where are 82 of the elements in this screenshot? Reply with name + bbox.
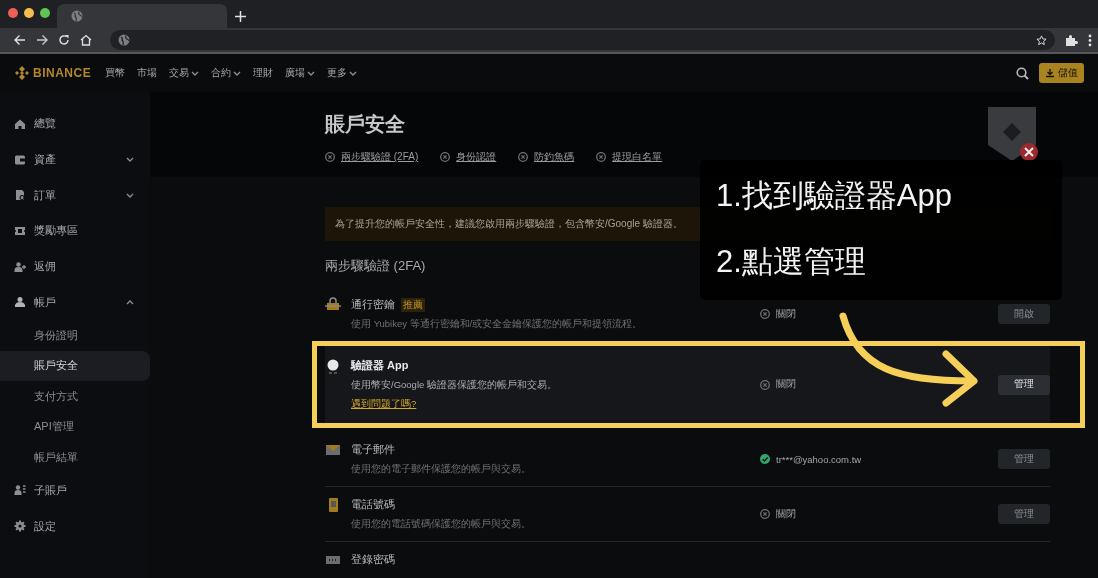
add-user-icon <box>14 260 26 273</box>
home-icon <box>14 117 26 130</box>
manage-button[interactable]: 管理 <box>998 504 1050 524</box>
method-name: 通行密鑰 <box>351 297 395 312</box>
status-text: 關閉 <box>776 307 796 321</box>
method-description: 使用您的電子郵件保護您的帳戶與交易。 <box>351 463 531 476</box>
header-link[interactable]: 兩步驟驗證 (2FA) <box>341 150 419 164</box>
sidebar-item[interactable]: 獎勵專區 <box>0 213 150 249</box>
puzzle-icon[interactable] <box>1065 33 1078 47</box>
settings-icon <box>14 520 26 533</box>
sidebar-subitem[interactable]: 身份證明 <box>0 320 150 351</box>
status-text: tr***@yahoo.com.tw <box>776 453 862 465</box>
manage-button[interactable]: 管理 <box>998 449 1050 469</box>
envelope-icon <box>325 442 341 458</box>
nav-link[interactable]: 廣場 <box>285 66 316 80</box>
method-name: 電話號碼 <box>351 497 395 512</box>
nav-link[interactable]: 合約 <box>211 66 242 80</box>
back-icon[interactable] <box>14 34 26 46</box>
star-icon[interactable] <box>1036 34 1047 46</box>
notice-text: 為了提升您的帳戶安全性，建議您啟用兩步驟驗證，包含幣安/Google 驗證器。 <box>335 217 683 231</box>
method-name: 登錄密碼 <box>351 552 395 567</box>
forward-icon[interactable] <box>36 34 48 46</box>
sidebar-subitem[interactable]: 賬戶安全 <box>0 350 150 382</box>
nav-link[interactable]: 理財 <box>253 66 274 80</box>
users-icon <box>14 484 26 497</box>
sidebar-item[interactable]: 訂單 <box>0 177 150 214</box>
address-field[interactable] <box>110 30 1055 50</box>
sidebar-item[interactable]: 子賬戶 <box>0 472 150 509</box>
help-link[interactable]: 遇到問題了嗎? <box>351 398 417 411</box>
header-link[interactable]: 提現白名單 <box>612 150 663 164</box>
status-text: 關閉 <box>776 378 796 391</box>
nav-link[interactable]: 交易 <box>169 66 200 80</box>
method-description: 使用 Yubikey 等通行密鑰和/或安全金鑰保護您的帳戶和提領流程。 <box>351 318 643 331</box>
home-icon[interactable] <box>80 34 92 46</box>
logo-icon <box>14 65 30 81</box>
status-text: 關閉 <box>776 507 796 521</box>
caret-down-icon <box>307 69 316 77</box>
sidebar-item[interactable]: 總覽 <box>0 106 150 142</box>
nav-link[interactable]: 買幣 <box>105 66 126 80</box>
method-description: 使用您的電話號碼保護您的帳戶與交易。 <box>351 518 531 531</box>
manage-button[interactable]: 管理 <box>998 374 1050 395</box>
caret-down-icon <box>191 69 200 77</box>
globe-icon <box>118 34 130 46</box>
user-icon <box>14 296 26 309</box>
reload-icon[interactable] <box>58 34 70 46</box>
sidebar-item[interactable]: 資產 <box>0 141 150 178</box>
sidebar-subitem[interactable]: API管理 <box>0 411 150 443</box>
new-tab-icon[interactable] <box>235 11 246 22</box>
sidebar-item[interactable]: 帳戶 <box>0 284 150 321</box>
deposit-button[interactable]: 儲值 <box>1039 63 1084 83</box>
caret-down-icon <box>233 69 242 77</box>
lock-icon <box>325 297 341 313</box>
caret-down-icon <box>349 69 358 77</box>
recommended-badge: 推薦 <box>401 297 425 312</box>
method-name: 電子郵件 <box>351 442 395 457</box>
header-link[interactable]: 身份認證 <box>456 150 497 164</box>
enable-button[interactable]: 開啟 <box>998 304 1050 324</box>
callout-step: 2.點選管理 <box>716 240 1062 284</box>
nav-link[interactable]: 更多 <box>327 66 358 80</box>
header-link[interactable]: 防釣魚碼 <box>534 150 575 164</box>
download-icon <box>1045 68 1055 78</box>
method-description: 使用幣安/Google 驗證器保護您的帳戶和交易。 <box>351 379 557 392</box>
globe-icon <box>71 10 83 22</box>
zoom-window-dot[interactable] <box>40 8 50 18</box>
ticket-icon <box>14 224 26 237</box>
callout-step: 1.找到驗證器App <box>716 174 1062 218</box>
wallet-icon <box>14 153 26 166</box>
search-icon[interactable] <box>1016 66 1029 80</box>
sidebar-item[interactable]: 設定 <box>0 508 150 544</box>
logo-text: BINANCE <box>33 66 92 80</box>
authenticator-icon <box>325 358 341 374</box>
nav-link[interactable]: 市場 <box>137 66 158 80</box>
minimize-window-dot[interactable] <box>24 8 34 18</box>
document-icon <box>14 189 26 202</box>
page-title: 賬戶安全 <box>325 112 406 137</box>
sidebar-subitem[interactable]: 帳戶結單 <box>0 442 150 473</box>
close-window-dot[interactable] <box>8 8 18 18</box>
section-title: 兩步驟驗證 (2FA) <box>325 257 426 275</box>
menu-icon[interactable] <box>1088 33 1092 47</box>
method-name: 驗證器 App <box>351 358 409 373</box>
sidebar-item[interactable]: 返佣 <box>0 248 150 285</box>
sidebar-subitem[interactable]: 支付方式 <box>0 381 150 412</box>
